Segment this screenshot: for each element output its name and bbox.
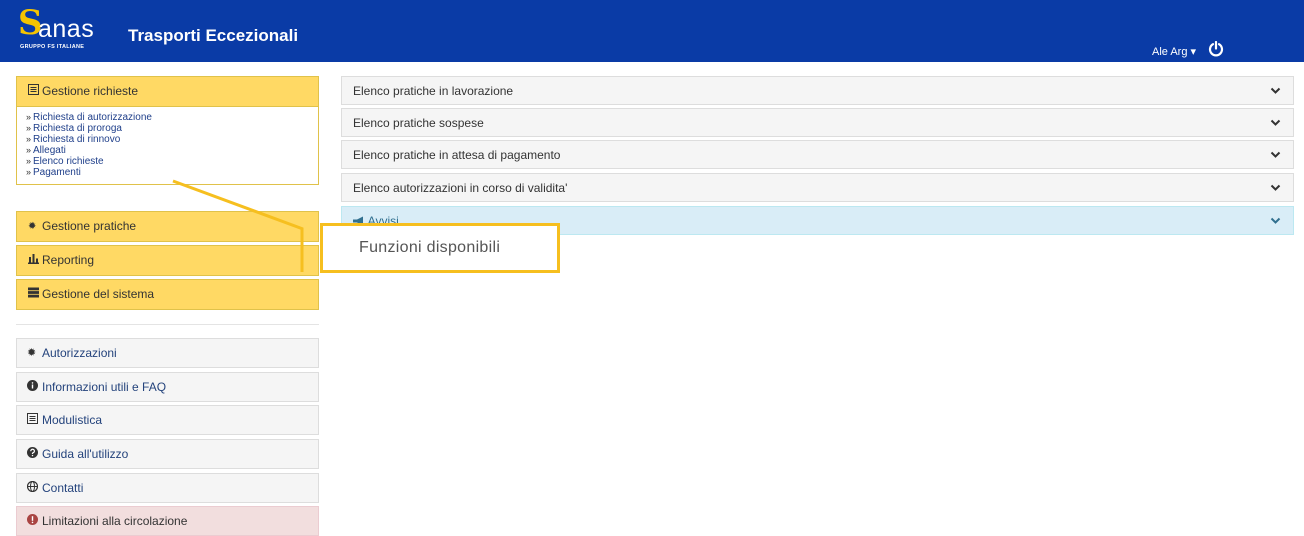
- callout-connector: [172, 179, 304, 272]
- callout-label: Funzioni disponibili: [359, 239, 501, 256]
- callout-funzioni-disponibili: Funzioni disponibili: [320, 223, 560, 273]
